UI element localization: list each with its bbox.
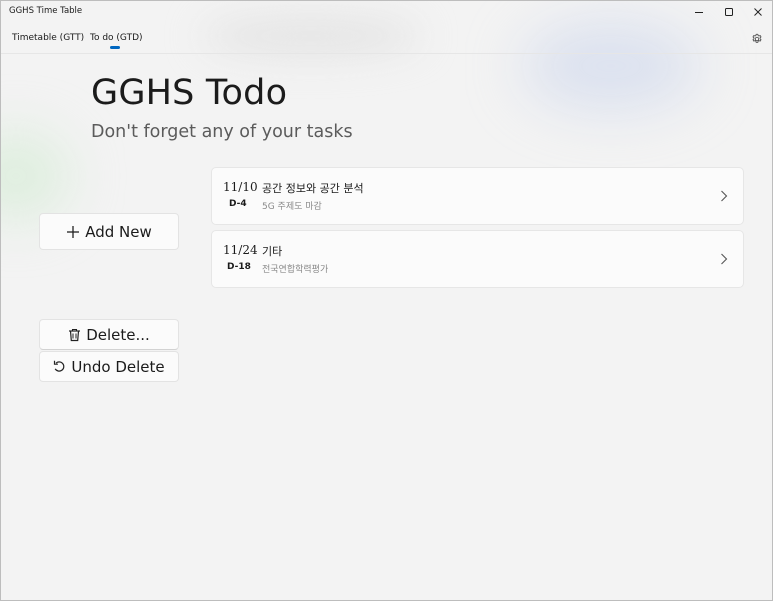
todo-item[interactable]: 11/24 D-18 기타 전국연합학력평가 bbox=[211, 230, 744, 288]
todo-date: 11/24 bbox=[223, 243, 258, 257]
chevron-right-icon bbox=[721, 253, 728, 265]
title-bar[interactable]: GGHS Time Table bbox=[1, 1, 772, 23]
chevron-right-icon bbox=[721, 190, 728, 202]
window-title: GGHS Time Table bbox=[9, 6, 83, 16]
todo-description: 5G 주제도 마감 bbox=[262, 202, 322, 212]
maximize-button[interactable] bbox=[714, 1, 744, 23]
tab-todo[interactable]: To do (GTD) bbox=[90, 33, 143, 43]
todo-title: 공간 정보와 공간 분석 bbox=[262, 182, 364, 195]
todo-title: 기타 bbox=[262, 245, 283, 258]
add-new-button[interactable]: Add New bbox=[39, 213, 179, 250]
tab-timetable[interactable]: Timetable (GTT) bbox=[12, 33, 84, 43]
todo-dday: D-4 bbox=[229, 199, 247, 209]
nav-divider bbox=[1, 53, 772, 54]
backdrop-glow bbox=[1, 131, 71, 221]
todo-date: 11/10 bbox=[223, 180, 258, 194]
close-button[interactable] bbox=[743, 1, 772, 23]
todo-description: 전국연합학력평가 bbox=[262, 265, 329, 275]
todo-item[interactable]: 11/10 D-4 공간 정보와 공간 분석 5G 주제도 마감 bbox=[211, 167, 744, 225]
add-new-label: Add New bbox=[85, 222, 152, 241]
undo-icon bbox=[53, 360, 66, 373]
trash-icon bbox=[68, 328, 81, 342]
page-title: GGHS Todo bbox=[91, 73, 288, 113]
maximize-icon bbox=[725, 8, 733, 16]
todo-dday: D-18 bbox=[227, 262, 251, 272]
plus-icon bbox=[66, 225, 80, 239]
delete-label: Delete... bbox=[86, 325, 150, 344]
selected-tab-indicator bbox=[110, 46, 120, 49]
minimize-icon bbox=[695, 12, 703, 13]
minimize-button[interactable] bbox=[684, 1, 714, 23]
settings-button[interactable] bbox=[749, 31, 765, 47]
delete-button[interactable]: Delete... bbox=[39, 319, 179, 350]
gear-icon bbox=[752, 33, 762, 43]
close-icon bbox=[754, 8, 762, 16]
page-subtitle: Don't forget any of your tasks bbox=[91, 122, 353, 142]
navigation-bar: Timetable (GTT) To do (GTD) bbox=[1, 27, 772, 53]
undo-delete-label: Undo Delete bbox=[71, 357, 165, 376]
app-window: GGHS Time Table Timetable (GTT) To do (G… bbox=[0, 0, 773, 601]
undo-delete-button[interactable]: Undo Delete bbox=[39, 351, 179, 382]
